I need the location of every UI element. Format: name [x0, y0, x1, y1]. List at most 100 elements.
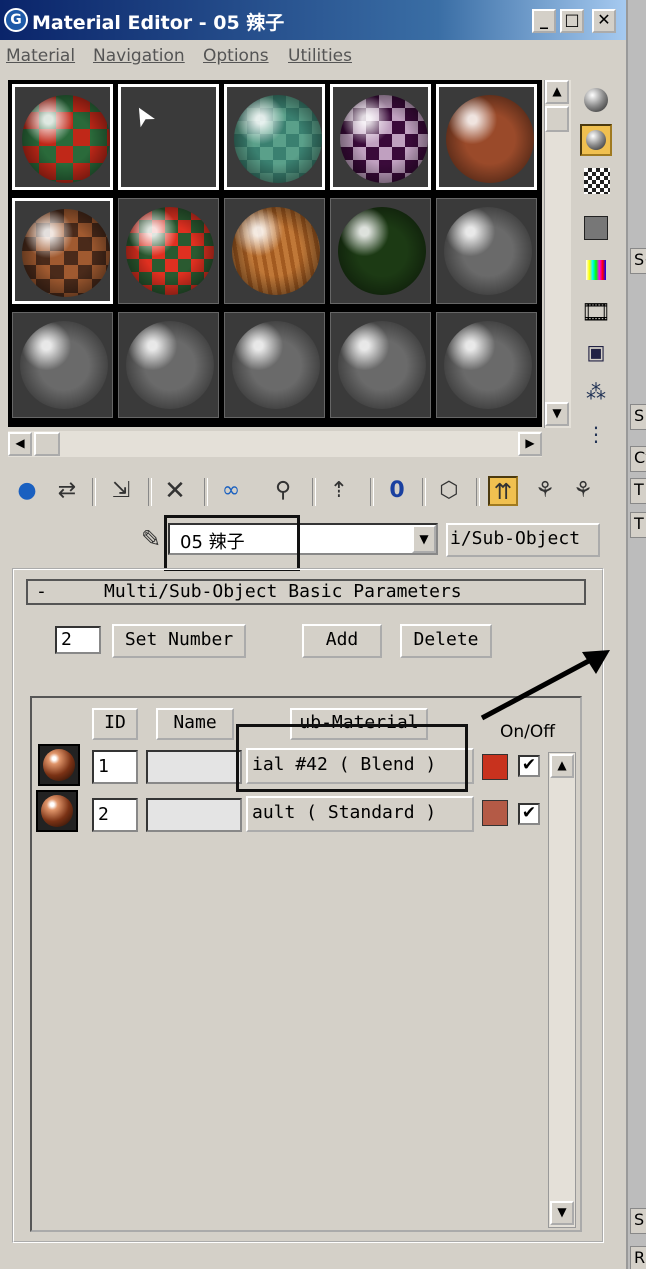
- scroll-thumb[interactable]: [545, 106, 569, 132]
- toolbar-separator: [476, 478, 480, 506]
- material-sphere: [126, 207, 214, 295]
- add-button[interactable]: Add: [302, 624, 382, 658]
- maximize-button[interactable]: □: [560, 9, 584, 33]
- sample-type-icon[interactable]: [580, 84, 612, 116]
- assign-to-selection-icon[interactable]: ⇲: [106, 476, 136, 506]
- slots-horizontal-scrollbar[interactable]: ◀ ▶: [8, 431, 542, 457]
- 3dsmax-logo-icon: G: [4, 8, 28, 32]
- options-icon[interactable]: ▣: [580, 340, 612, 372]
- name-column-header[interactable]: Name: [156, 708, 234, 740]
- sample-slot[interactable]: [330, 84, 431, 190]
- row-2-color-swatch[interactable]: [482, 800, 508, 826]
- material-effects-channel-icon[interactable]: ⇡: [324, 476, 354, 506]
- material-type-button[interactable]: i/Sub-Object: [446, 523, 600, 557]
- row-1-on-checkbox[interactable]: ✔: [518, 755, 540, 777]
- row-2-name-field[interactable]: [146, 798, 242, 832]
- command-panel-fragment[interactable]: S+: [630, 248, 646, 274]
- put-to-library-icon[interactable]: ⚲: [268, 476, 298, 506]
- command-panel-fragment[interactable]: T: [630, 478, 646, 504]
- set-number-button[interactable]: Set Number: [112, 624, 246, 658]
- menu-utilities[interactable]: Utilities: [288, 46, 352, 66]
- command-panel-edge: S+SCyTTSR: [626, 0, 646, 1269]
- row-1-color-swatch[interactable]: [482, 754, 508, 780]
- list-scroll-up-icon[interactable]: ▲: [550, 754, 574, 778]
- menu-navigation[interactable]: Navigation: [93, 46, 185, 66]
- id-column-header[interactable]: ID: [92, 708, 138, 740]
- row-1-material-preview[interactable]: [38, 744, 80, 786]
- menu-material[interactable]: Material: [6, 46, 75, 66]
- background-icon[interactable]: [584, 168, 610, 194]
- pick-material-eyedropper-icon[interactable]: ✎: [136, 524, 166, 554]
- row-1-id-field[interactable]: 1: [92, 750, 138, 784]
- sample-slot[interactable]: [330, 198, 431, 304]
- rollout-toggle[interactable]: -: [36, 581, 47, 603]
- material-sphere: [232, 321, 320, 409]
- sample-slot[interactable]: [330, 312, 431, 418]
- toolbar-separator: [312, 478, 316, 506]
- get-material-icon[interactable]: ●: [12, 476, 42, 506]
- scroll-left-icon[interactable]: ◀: [8, 432, 32, 456]
- rollout-header[interactable]: - Multi/Sub-Object Basic Parameters: [26, 579, 586, 605]
- row-2-on-checkbox[interactable]: ✔: [518, 803, 540, 825]
- material-navigator-icon[interactable]: ⚘: [568, 476, 598, 506]
- sample-slot[interactable]: [12, 312, 113, 418]
- row-2-material-preview[interactable]: [36, 790, 78, 832]
- minimize-button[interactable]: _: [532, 9, 556, 33]
- sample-slot[interactable]: [224, 84, 325, 190]
- material-editor-window: G Material Editor - 05 辣子 _ □ ✕ Material…: [0, 0, 626, 1269]
- sample-slot[interactable]: [436, 312, 537, 418]
- material-sphere: [446, 95, 534, 183]
- sample-slot[interactable]: [12, 198, 113, 304]
- chevron-down-icon[interactable]: ▼: [412, 525, 436, 553]
- row-2-id-field[interactable]: 2: [92, 798, 138, 832]
- backlight-icon[interactable]: [580, 124, 612, 156]
- material-sphere: [340, 95, 428, 183]
- hscroll-thumb[interactable]: [34, 432, 60, 456]
- slots-vertical-scrollbar[interactable]: ▲ ▼: [544, 80, 571, 428]
- title-bar: G Material Editor - 05 辣子 _ □ ✕: [0, 0, 626, 40]
- sample-slot[interactable]: [436, 84, 537, 190]
- material-sphere: [22, 209, 110, 297]
- scroll-up-icon[interactable]: ▲: [545, 80, 569, 104]
- make-unique-icon[interactable]: ∞: [216, 476, 246, 506]
- sample-slot[interactable]: [436, 198, 537, 304]
- material-sphere: [444, 321, 532, 409]
- annotation-arrow: [480, 650, 610, 721]
- video-color-check-icon[interactable]: [580, 256, 612, 288]
- sample-slot[interactable]: [224, 198, 325, 304]
- command-panel-fragment[interactable]: R: [630, 1246, 646, 1269]
- put-to-scene-icon[interactable]: ⇄: [52, 476, 82, 506]
- go-forward-to-sibling-icon[interactable]: ⚘: [530, 476, 560, 506]
- sample-slot[interactable]: [118, 312, 219, 418]
- material-map-navigator-icon[interactable]: ⋮: [580, 422, 612, 454]
- material-sphere: [22, 95, 110, 183]
- reset-map-icon[interactable]: ✕: [160, 476, 190, 506]
- scroll-down-icon[interactable]: ▼: [545, 402, 569, 426]
- sample-slot[interactable]: ➤: [118, 84, 219, 190]
- material-sphere: [338, 321, 426, 409]
- command-panel-fragment[interactable]: S: [630, 1208, 646, 1234]
- list-scroll-down-icon[interactable]: ▼: [550, 1201, 574, 1225]
- command-panel-fragment[interactable]: S: [630, 404, 646, 430]
- select-by-material-icon[interactable]: ⁂: [580, 380, 612, 412]
- command-panel-fragment[interactable]: Cy: [630, 446, 646, 472]
- row-1-name-field[interactable]: [146, 750, 242, 784]
- list-vertical-scrollbar[interactable]: ▲ ▼: [548, 752, 576, 1228]
- scroll-right-icon[interactable]: ▶: [518, 432, 542, 456]
- make-preview-icon[interactable]: 🎞: [580, 298, 612, 330]
- sample-slot[interactable]: [224, 312, 325, 418]
- material-sphere: [126, 321, 214, 409]
- sample-slot[interactable]: [12, 84, 113, 190]
- command-panel-fragment[interactable]: T: [630, 512, 646, 538]
- show-map-in-viewport-icon[interactable]: 0: [382, 476, 412, 506]
- go-to-parent-icon[interactable]: ⇈: [488, 476, 518, 506]
- show-end-result-icon[interactable]: ⬡: [434, 476, 464, 506]
- mouse-cursor-icon: ➤: [125, 99, 163, 133]
- set-number-field[interactable]: 2: [55, 626, 101, 654]
- uv-tiling-icon[interactable]: [580, 212, 612, 244]
- menu-options[interactable]: Options: [203, 46, 269, 66]
- row-2-sub-material-button[interactable]: ault ( Standard ): [246, 796, 474, 832]
- toolbar-separator: [204, 478, 208, 506]
- sample-slot[interactable]: [118, 198, 219, 304]
- close-button[interactable]: ✕: [592, 9, 616, 33]
